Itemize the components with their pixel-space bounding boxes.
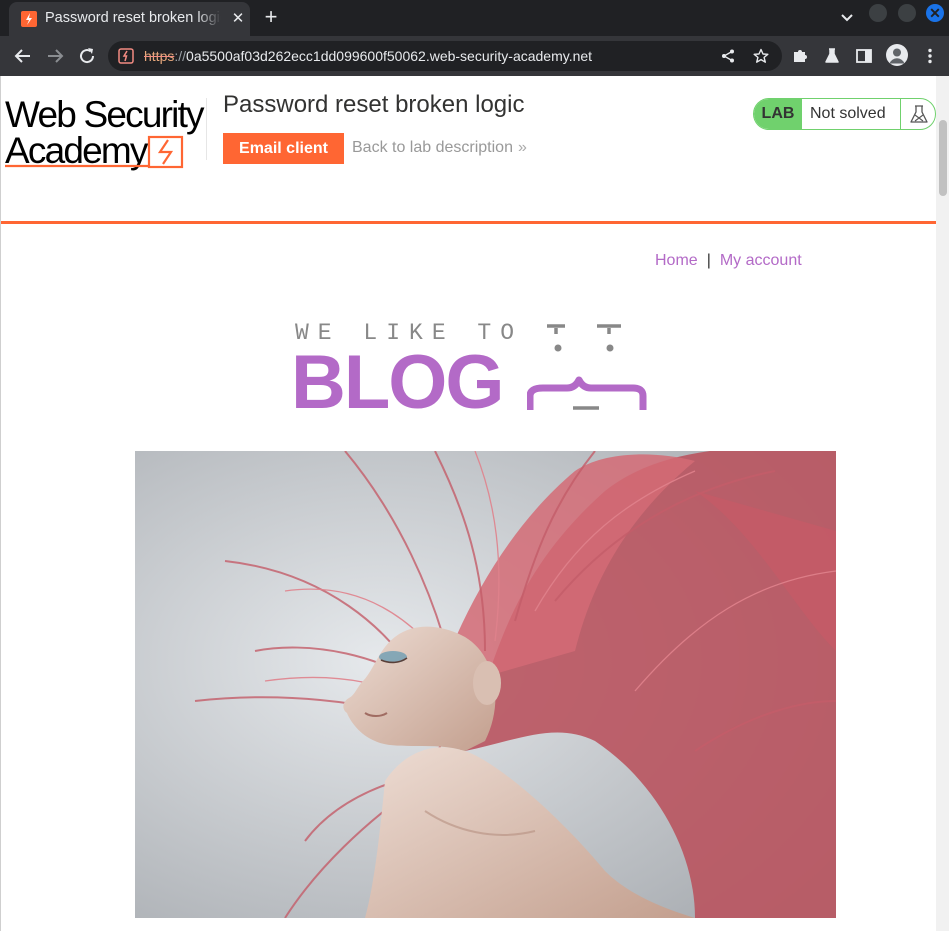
blog-banner-title: BLOG xyxy=(291,340,505,425)
web-security-academy-logo[interactable]: Web Security Academy xyxy=(5,94,205,172)
url-host: 0a5500af03d262ecc1dd099600f50062.web-sec… xyxy=(186,48,593,64)
blog-face-logo-icon xyxy=(527,324,647,410)
browser-toolbar: https://0a5500af03d262ecc1dd099600f50062… xyxy=(0,36,949,76)
logo-bolt-icon xyxy=(5,135,184,169)
academy-lab-header: Web Security Academy Password reset brok… xyxy=(1,76,936,224)
side-panel-icon[interactable] xyxy=(855,47,873,65)
tab-search-chevron-icon[interactable] xyxy=(836,6,858,28)
new-tab-button[interactable]: + xyxy=(259,5,283,29)
browser-menu-kebab-icon[interactable] xyxy=(921,47,939,65)
blog-post-hero-image[interactable] xyxy=(135,451,836,918)
academy-favicon-icon xyxy=(21,11,37,27)
nav-separator: | xyxy=(706,252,711,269)
red-hair-woman-photo xyxy=(135,451,836,918)
top-navigation: Home | My account xyxy=(655,252,802,270)
share-icon[interactable] xyxy=(720,48,736,64)
back-arrow-icon[interactable] xyxy=(11,44,35,68)
nav-my-account-link[interactable]: My account xyxy=(720,252,802,269)
bookmark-star-icon[interactable] xyxy=(753,48,769,64)
double-chevron-right-icon: » xyxy=(517,139,527,156)
lab-title: Password reset broken logic xyxy=(223,91,525,118)
scrollbar-thumb[interactable] xyxy=(939,120,947,196)
header-divider xyxy=(206,98,207,160)
url-scheme: https xyxy=(144,48,175,64)
page-scrollbar[interactable] xyxy=(936,76,949,931)
labs-flask-icon[interactable] xyxy=(823,47,841,65)
forward-arrow-icon[interactable] xyxy=(43,44,67,68)
blog-banner: WE LIKE TO BLOG xyxy=(291,316,651,424)
window-minimize-button[interactable] xyxy=(869,4,887,22)
tab-title: Password reset broken logic xyxy=(45,10,221,28)
lab-flask-icon xyxy=(900,99,935,129)
url-separator: :// xyxy=(174,48,187,64)
lab-tag: LAB xyxy=(754,99,802,129)
reload-icon[interactable] xyxy=(75,44,99,68)
address-bar[interactable]: https://0a5500af03d262ecc1dd099600f50062… xyxy=(108,41,782,71)
extensions-puzzle-icon[interactable] xyxy=(791,47,809,65)
window-maximize-button[interactable] xyxy=(898,4,916,22)
profile-avatar-icon[interactable] xyxy=(886,44,908,66)
browser-tab[interactable]: Password reset broken logic ✕ xyxy=(9,2,250,36)
nav-home-link[interactable]: Home xyxy=(655,252,698,269)
window-close-button[interactable]: ✕ xyxy=(926,4,944,22)
tab-close-icon[interactable]: ✕ xyxy=(229,10,247,28)
url-text: https://0a5500af03d262ecc1dd099600f50062… xyxy=(144,48,592,64)
page-viewport: Web Security Academy Password reset brok… xyxy=(0,76,936,931)
not-secure-icon[interactable] xyxy=(118,48,134,64)
back-link-label: Back to lab description xyxy=(352,139,513,156)
tab-strip: Password reset broken logic ✕ + ✕ xyxy=(0,0,949,36)
lab-status-text: Not solved xyxy=(810,105,886,122)
lab-status-widget: LAB Not solved xyxy=(753,98,936,130)
email-client-button[interactable]: Email client xyxy=(223,133,344,164)
back-to-lab-description-link[interactable]: Back to lab description» xyxy=(352,139,527,157)
